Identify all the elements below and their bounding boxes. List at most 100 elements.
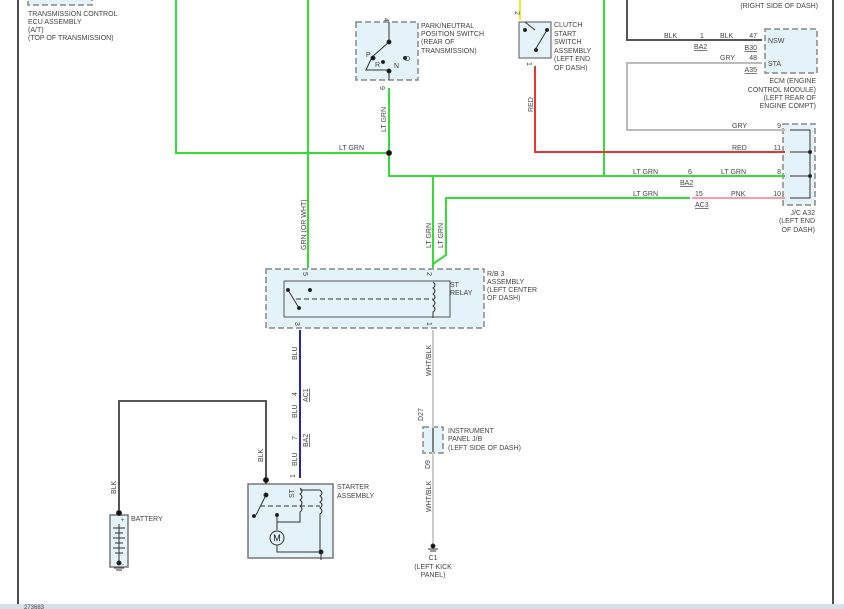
rb3-label: OF DASH) [487,295,520,302]
tcu-label: (A/T) [28,27,44,34]
pin-label: 6 [688,169,692,176]
ipjb-label: PANEL J/B [448,436,483,443]
clutch-label: OF DASH) [554,65,587,72]
clutch-label: (LEFT END [554,56,590,63]
connector-label: BA2 [680,180,693,187]
ipjb-label: INSTRUMENT [448,428,495,435]
ecm-label: ENGINE COMPT) [760,103,816,110]
pn-position-r: R [375,62,380,69]
pin-label: 1 [525,62,532,66]
connector-label: AC1 [303,388,310,402]
pin-label: 1 [290,474,297,478]
wire-label: WHT/BLK [426,481,433,512]
clutch-label: CLUTCH [554,22,582,29]
wire-red [534,66,785,153]
pin-label: 4 [292,392,299,396]
diagram-id: 273683 [24,605,45,609]
connector-label: B30 [745,45,758,52]
pin-label: 3 [293,322,300,326]
ecm-pin-sta: STA [768,61,781,68]
connector-label: BA2 [694,44,707,51]
wire-label: BLK [720,33,734,40]
rb3-label: ASSEMBLY [487,279,525,286]
pn-switch-label: PARK/NEUTRAL [421,23,474,30]
wire-label: GRY [720,55,735,62]
pin-label: D9 [425,460,432,469]
bottom-scrollbar[interactable] [0,604,844,609]
tcu-label: (TOP OF TRANSMISSION) [28,35,114,42]
ground-label: C1 [429,555,438,562]
wire-label: GRN (OR WHT) [301,199,308,250]
wire-label: LT GRN [426,223,433,248]
pin-label: 9 [378,86,385,90]
pin-label: D27 [418,408,425,421]
tcu-label: ECU ASSEMBLY [28,19,82,26]
pin-label: 2 [425,272,432,276]
wire-label: RED [732,145,747,152]
ground-label: PANEL) [421,572,446,579]
pin-label: 9 [777,123,781,130]
pin-label: 1 [700,33,704,40]
clutch-label: START [554,31,577,38]
connector-label: BA2 [303,434,310,447]
wire-label: BLK [258,448,265,462]
clutch-switch-box [518,21,552,59]
ecm-pin-nsw: NSW [768,38,785,45]
wire-label: BLK [111,480,118,494]
wire-label: BLU [292,452,299,466]
st-relay-label: RELAY [450,290,473,297]
starter-st-label: ST [289,488,296,498]
pin-label: 1 [425,322,432,326]
jc-label: OF DASH) [782,227,815,234]
pn-position-n: N [394,63,399,70]
pin-label: 11 [774,145,781,152]
pn-position-d: D [405,56,410,63]
pn-switch-label: (REAR OF [421,39,454,46]
battery-plus: + [121,518,125,524]
wire-label: LT GRN [721,169,746,176]
jc-label: J/C A32 [790,210,815,217]
wire-label: WHT/BLK [426,345,433,376]
ipjb-label: (LEFT SIDE OF DASH) [448,445,521,452]
clutch-label: ASSEMBLY [554,48,592,55]
starter-label: ASSEMBLY [337,493,375,500]
wire-label: GRY [732,123,747,130]
tcu-box [27,0,93,6]
pin-label: 48 [749,55,757,62]
battery-label: BATTERY [131,516,163,523]
pin-label: 2 [513,11,520,15]
pin-label: 8 [777,169,781,176]
connector-label: A35 [745,67,758,74]
st-relay-label: ST [450,282,460,289]
tcu-label: TRANSMISSION CONTROL [28,11,118,18]
battery-minus: - [122,562,124,568]
pin-label: 4 [382,18,389,22]
wire-blk-battery [118,400,267,513]
pin-label: 15 [695,191,703,198]
wire-label: LT GRN [633,191,658,198]
wire-label: BLU [292,346,299,360]
jc-label: (LEFT END [779,218,815,225]
wire-label: BLU [292,404,299,418]
wire-label: LT GRN [381,107,388,132]
wire-label: PNK [731,191,746,198]
wire-label: LT GRN [633,169,658,176]
ecm-label: ECM (ENGINE [769,78,816,85]
motor-icon: M [273,533,281,543]
pin-label: 47 [749,33,757,40]
clutch-label: SWITCH [554,39,582,46]
pn-switch-label: TRANSMISSION) [421,48,477,55]
wire-label: RED [528,97,535,112]
wire-label: LT GRN [438,223,445,248]
wire-lt-grn-relay-b [432,197,690,265]
wire-gry [626,62,785,131]
pn-switch-label: POSITION SWITCH [421,31,484,38]
ecm-label: (LEFT REAR OF [764,95,816,102]
starter-label: STARTER [337,484,369,491]
pn-position-p: P [366,52,371,59]
pin-label: 7 [292,436,299,440]
wire-label: LT GRN [339,145,364,152]
rb3-label: R/B 3 [487,271,505,278]
wiring-diagram: M TRANSMISSION CONTROL ECU ASSEMBLY (A/T… [0,0,844,609]
ecm-label: CONTROL MODULE) [748,87,816,94]
